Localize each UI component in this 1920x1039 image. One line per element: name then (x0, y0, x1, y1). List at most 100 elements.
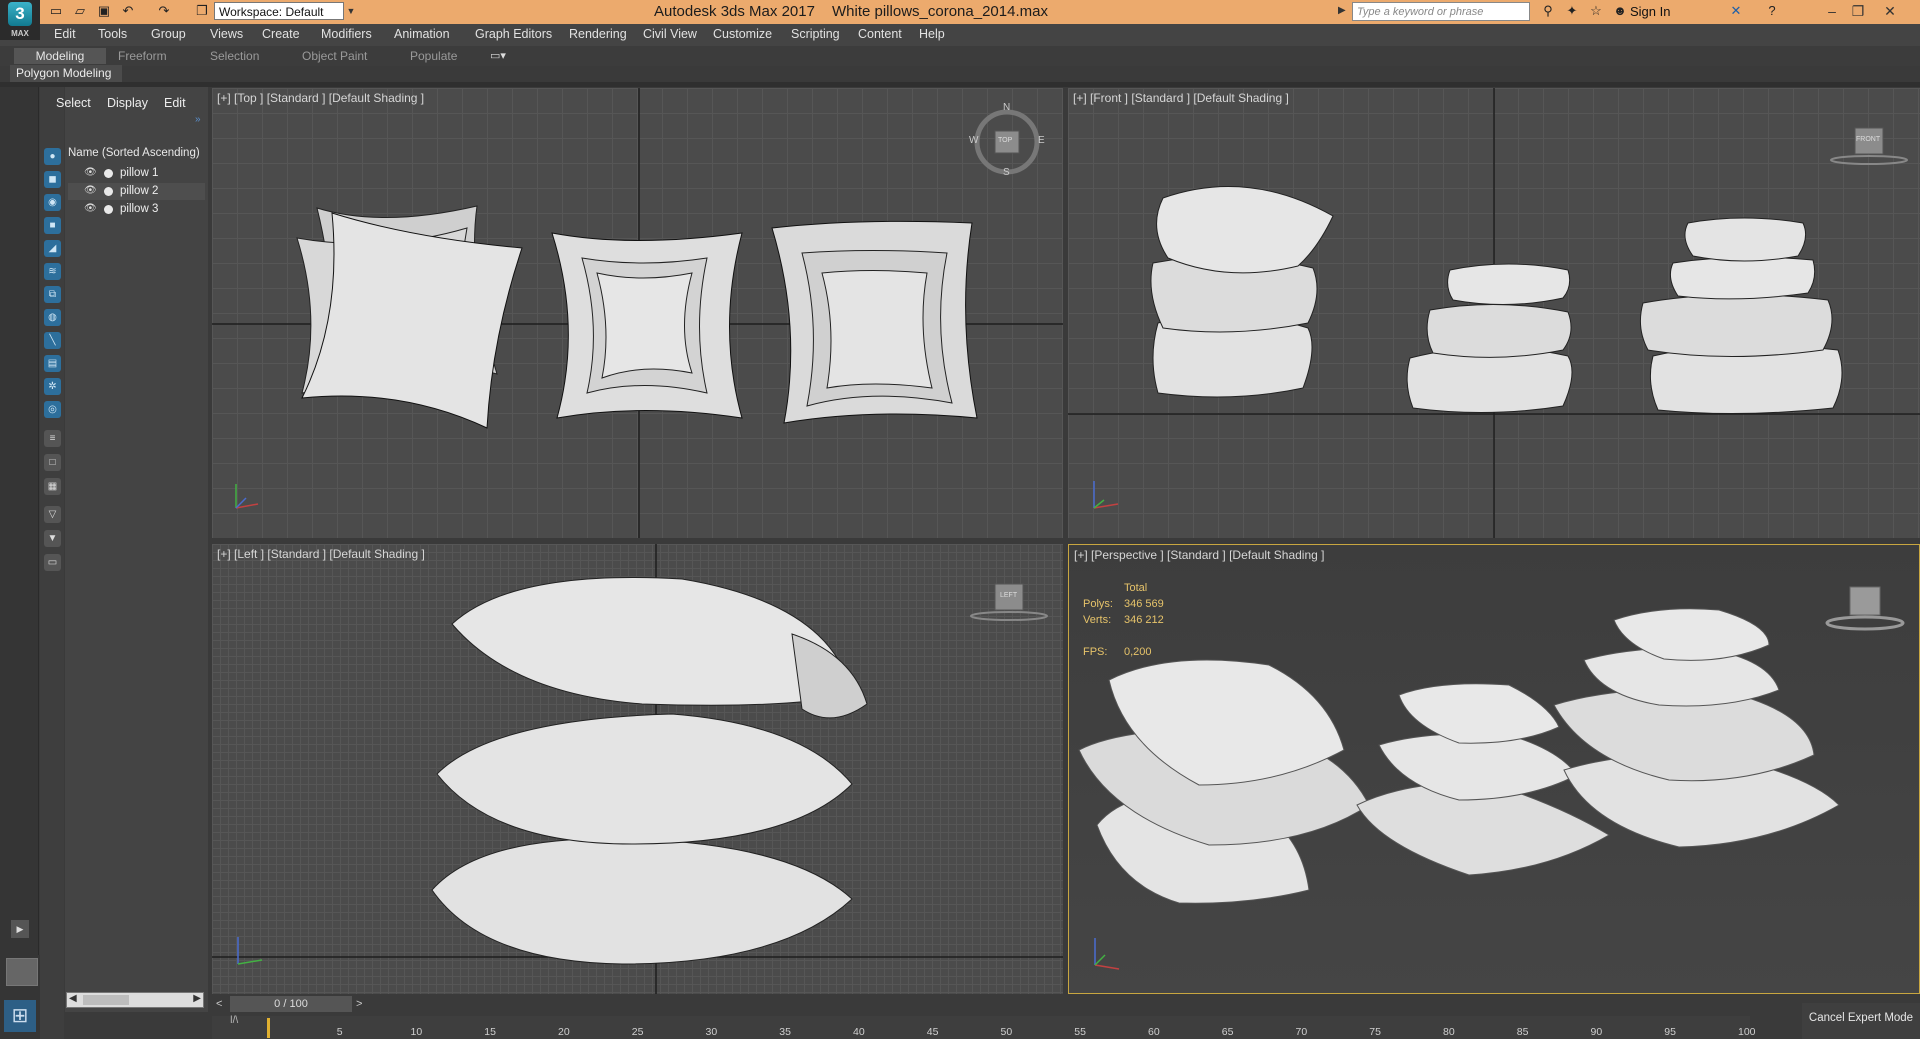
menu-modifiers[interactable]: Modifiers (321, 27, 372, 41)
chevron-down-icon[interactable]: ▼ (344, 2, 358, 20)
restore-button[interactable]: ❐ (1846, 1, 1870, 21)
viewport-top-label[interactable]: [+] [Top ] [Standard ] [Default Shading … (217, 91, 424, 105)
shape-filter-icon[interactable]: ◉ (44, 194, 61, 211)
time-prev-icon[interactable]: < (216, 998, 222, 1010)
time-slider-thumb[interactable]: 0 / 100 (230, 996, 352, 1012)
tab-selection[interactable]: Selection (210, 48, 259, 64)
object-dot-icon (104, 187, 113, 196)
app-logo-button[interactable]: 3 MAX (0, 0, 40, 40)
spacewarp-filter-icon[interactable]: ≋ (44, 263, 61, 280)
help-icon[interactable]: ? (1764, 3, 1780, 19)
star-icon[interactable]: ☆ (1588, 3, 1604, 19)
viewcube-top[interactable]: TOP (998, 137, 1012, 144)
camera-filter-icon[interactable]: ■ (44, 217, 61, 234)
minimize-button[interactable]: – (1820, 1, 1844, 21)
redo-icon[interactable]: ↷ (156, 3, 172, 19)
ribbon-panel-polygon-modeling[interactable]: Polygon Modeling (10, 65, 122, 82)
menu-edit[interactable]: Edit (54, 27, 76, 41)
eye-icon[interactable]: 👁 (84, 185, 97, 196)
explorer-column-header[interactable]: Name (Sorted Ascending) (68, 147, 200, 159)
scroll-left-icon[interactable]: ◀ (69, 993, 77, 1004)
tab-freeform[interactable]: Freeform (118, 48, 167, 64)
new-file-icon[interactable]: ▭ (48, 3, 64, 19)
viewport-perspective-label[interactable]: [+] [Perspective ] [Standard ] [Default … (1074, 548, 1324, 562)
viewport-left[interactable]: [+] [Left ] [Standard ] [Default Shading… (212, 544, 1063, 994)
tab-populate[interactable]: Populate (410, 48, 457, 64)
list-item[interactable]: 👁 pillow 2 (68, 183, 205, 200)
ribbon-options-icon[interactable]: ▭▾ (490, 49, 506, 62)
viewport-front[interactable]: [+] [Front ] [Standard ] [Default Shadin… (1068, 88, 1920, 538)
stats-polys-label: Polys: (1083, 598, 1113, 610)
time-next-icon[interactable]: > (356, 998, 362, 1010)
project-folder-icon[interactable]: ❐ (194, 3, 210, 19)
viewcube-left[interactable]: LEFT (1000, 592, 1017, 599)
cancel-expert-mode-button[interactable]: Cancel Expert Mode (1802, 1003, 1920, 1039)
menu-graph-editors[interactable]: Graph Editors (475, 27, 552, 41)
list-item[interactable]: 👁 pillow 1 (68, 165, 205, 182)
viewport-layout-icon[interactable]: ⊞ (4, 1000, 36, 1032)
menu-civil-view[interactable]: Civil View (643, 27, 697, 41)
explorer-scrollbar[interactable]: ◀ ▶ (66, 992, 204, 1008)
satellite-icon[interactable]: ✦ (1564, 3, 1580, 19)
folder-icon[interactable]: ▭ (44, 554, 61, 571)
light-filter-icon[interactable]: ◢ (44, 240, 61, 257)
save-icon[interactable]: ▣ (96, 3, 112, 19)
group-filter-icon[interactable]: ⧉ (44, 286, 61, 303)
open-file-icon[interactable]: ▱ (72, 3, 88, 19)
scrollbar-thumb[interactable] (83, 995, 129, 1005)
search-input[interactable]: Type a keyword or phrase (1352, 2, 1530, 21)
expand-arrow-icon[interactable]: » (195, 114, 201, 125)
viewport-top[interactable]: [+] [Top ] [Standard ] [Default Shading … (212, 88, 1063, 538)
visibility-filter-icon[interactable]: ◎ (44, 401, 61, 418)
menu-animation[interactable]: Animation (394, 27, 450, 41)
menu-tools[interactable]: Tools (98, 27, 127, 41)
menu-views[interactable]: Views (210, 27, 243, 41)
helper-filter-icon[interactable]: ◍ (44, 309, 61, 326)
eye-icon[interactable]: 👁 (84, 167, 97, 178)
menu-customize[interactable]: Customize (713, 27, 772, 41)
exchange-icon[interactable]: ✕ (1728, 3, 1744, 19)
menu-create[interactable]: Create (262, 27, 300, 41)
container-filter-icon[interactable]: ▤ (44, 355, 61, 372)
list-item[interactable]: 👁 pillow 3 (68, 201, 205, 218)
list-icon[interactable]: ≡ (44, 430, 61, 447)
eye-icon[interactable]: 👁 (84, 203, 97, 214)
tab-modeling[interactable]: Modeling (14, 48, 106, 64)
funnel-icon[interactable]: ▼ (44, 530, 61, 547)
particle-filter-icon[interactable]: ✲ (44, 378, 61, 395)
menu-rendering[interactable]: Rendering (569, 27, 627, 41)
play-icon[interactable]: ▶ (11, 920, 29, 938)
time-slider[interactable] (212, 996, 1712, 1014)
undo-icon[interactable]: ↶ (120, 3, 136, 19)
menu-group[interactable]: Group (151, 27, 186, 41)
key-mode-icon[interactable]: ǀ/\ (230, 1015, 238, 1026)
layer-icon[interactable]: ▦ (44, 478, 61, 495)
tab-object-paint[interactable]: Object Paint (302, 48, 367, 64)
user-icon[interactable]: ☻ (1612, 3, 1628, 19)
viewport-left-label[interactable]: [+] [Left ] [Standard ] [Default Shading… (217, 547, 425, 561)
menu-content[interactable]: Content (858, 27, 902, 41)
viewport-front-label[interactable]: [+] [Front ] [Standard ] [Default Shadin… (1073, 91, 1289, 105)
menu-help[interactable]: Help (919, 27, 945, 41)
ruler-tick-75: 75 (1369, 1026, 1381, 1038)
viewcube-front[interactable]: FRONT (1856, 136, 1880, 143)
workspace-select[interactable]: Workspace: Default (214, 2, 344, 20)
binoculars-icon[interactable]: ⚲ (1540, 3, 1556, 19)
square-icon[interactable]: □ (44, 454, 61, 471)
filter-icon[interactable]: ▽ (44, 506, 61, 523)
mini-listener-icon[interactable] (6, 958, 38, 986)
time-marker[interactable] (267, 1018, 270, 1038)
explorer-tab-edit[interactable]: Edit (164, 96, 186, 110)
explorer-tab-select[interactable]: Select (56, 96, 91, 110)
bone-filter-icon[interactable]: ╲ (44, 332, 61, 349)
display-all-icon[interactable]: ● (44, 148, 61, 165)
sign-in-button[interactable]: Sign In (1630, 4, 1670, 19)
menu-scripting[interactable]: Scripting (791, 27, 840, 41)
chevron-right-icon[interactable]: ▶ (1338, 5, 1346, 16)
stats-verts-label: Verts: (1083, 614, 1112, 626)
geometry-filter-icon[interactable]: ◼ (44, 171, 61, 188)
scroll-right-icon[interactable]: ▶ (193, 993, 201, 1004)
viewport-perspective[interactable]: [+] [Perspective ] [Standard ] [Default … (1068, 544, 1920, 994)
close-button[interactable]: ✕ (1878, 1, 1902, 21)
explorer-tab-display[interactable]: Display (107, 96, 148, 110)
